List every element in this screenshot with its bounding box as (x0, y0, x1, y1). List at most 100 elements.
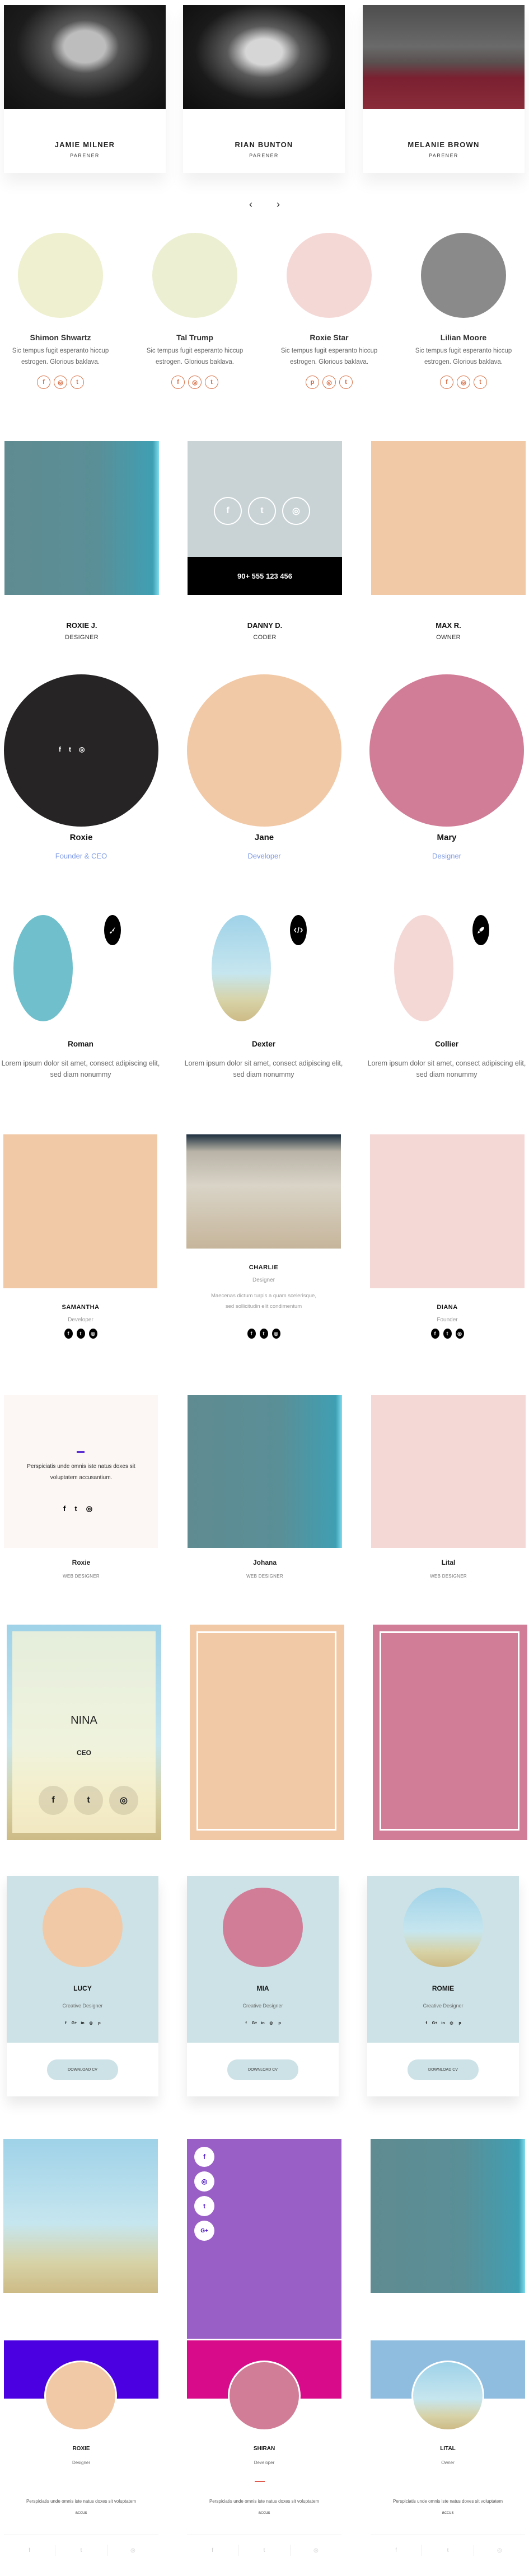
member-photo[interactable] (371, 1395, 526, 1548)
twitter-icon[interactable]: t (76, 1329, 85, 1339)
facebook-icon[interactable]: f (59, 745, 61, 753)
member-photo[interactable] (369, 674, 524, 827)
twitter-icon[interactable]: t (55, 2545, 107, 2556)
chevron-right-icon: › (277, 198, 280, 210)
instagram-icon[interactable]: ◎ (474, 2545, 525, 2556)
facebook-icon[interactable]: f (63, 1504, 65, 1513)
google-plus-icon[interactable]: G+ (432, 2020, 438, 2026)
instagram-icon[interactable]: ◎ (79, 745, 85, 753)
member-photo (421, 233, 506, 318)
member-photo[interactable] (3, 2139, 158, 2293)
facebook-icon[interactable]: f (4, 2545, 56, 2556)
twitter-icon[interactable]: t (422, 2545, 474, 2556)
facebook-icon[interactable]: f (440, 376, 453, 389)
instagram-icon[interactable]: ◎ (322, 376, 336, 389)
facebook-icon[interactable]: f (39, 1786, 68, 1815)
member-photo (403, 1888, 483, 1967)
instagram-icon[interactable]: ◎ (282, 497, 310, 525)
twitter-icon[interactable]: t (259, 1329, 268, 1339)
google-plus-icon[interactable]: G+ (194, 2221, 214, 2241)
linkedin-icon[interactable]: in (441, 2020, 446, 2026)
facebook-icon[interactable]: f (244, 2020, 249, 2026)
instagram-icon[interactable]: ◎ (455, 1329, 464, 1339)
member-name: MELANIE BROWN (408, 140, 480, 149)
facebook-icon[interactable]: f (214, 497, 242, 525)
pinterest-icon[interactable]: p (278, 2020, 282, 2026)
member-name: Collier (434, 1040, 458, 1048)
member-bio: Perspiciatis unde omnis iste natus doxes… (392, 2499, 503, 2515)
pinterest-icon[interactable]: p (306, 376, 319, 389)
team-card[interactable]: RIAN BUNTON PARENER (183, 5, 345, 173)
google-plus-icon[interactable]: G+ (252, 2020, 258, 2026)
facebook-icon[interactable]: f (430, 1329, 439, 1339)
facebook-icon[interactable]: f (194, 2147, 214, 2167)
member-photo[interactable] (4, 441, 159, 595)
instagram-icon[interactable]: ◎ (194, 2171, 214, 2192)
facebook-icon[interactable]: f (371, 2545, 423, 2556)
member-photo[interactable] (187, 674, 341, 827)
member-card-hovered[interactable]: f ◎ t G+ James Clayton UI/UX Developer (187, 2139, 341, 2383)
instagram-icon[interactable]: ◎ (54, 376, 67, 389)
slider-next-button[interactable]: › (272, 197, 284, 212)
instagram-icon[interactable]: ◎ (109, 1786, 138, 1815)
twitter-icon[interactable]: t (74, 1504, 77, 1513)
member-photo (212, 915, 271, 1021)
google-plus-icon[interactable]: G+ (72, 2020, 77, 2026)
twitter-icon[interactable]: t (339, 376, 353, 389)
team-member: Tal Trump Sic tempus fugit esperanto hic… (139, 231, 251, 389)
member-role: PARENER (249, 153, 279, 158)
member-photo[interactable] (371, 2139, 525, 2293)
twitter-icon[interactable]: t (248, 497, 276, 525)
social-links: f t ◎ (186, 1329, 341, 1339)
twitter-icon[interactable]: t (238, 2545, 291, 2556)
member-photo-hovered[interactable]: NINA CEO f t ◎ (7, 1625, 161, 1840)
instagram-icon[interactable]: ◎ (271, 1329, 280, 1339)
facebook-icon[interactable]: f (171, 376, 185, 389)
instagram-icon[interactable]: ◎ (450, 2020, 454, 2026)
facebook-icon[interactable]: f (64, 1329, 73, 1339)
instagram-icon[interactable]: ◎ (188, 376, 202, 389)
twitter-icon[interactable]: t (194, 2196, 214, 2216)
member-photo[interactable] (190, 1625, 344, 1840)
member-photo-hovered[interactable]: Perspiciatis unde omnis iste natus doxes… (4, 1395, 158, 1548)
instagram-icon[interactable]: ◎ (291, 2545, 341, 2556)
facebook-icon[interactable]: f (247, 1329, 256, 1339)
pinterest-icon[interactable]: p (458, 2020, 462, 2026)
team-card[interactable]: MELANIE BROWN PARENER (363, 5, 525, 173)
twitter-icon[interactable]: t (71, 376, 84, 389)
phone-number[interactable]: 90+ 555 123 456 (188, 557, 342, 595)
slider-prev-button[interactable]: ‹ (245, 197, 257, 212)
member-photo-hovered[interactable]: f t ◎ 90+ 555 123 456 (188, 441, 342, 595)
download-cv-button[interactable]: DOWNLOAD CV (227, 2059, 298, 2080)
member-photo[interactable] (371, 441, 526, 595)
twitter-icon[interactable]: t (474, 376, 487, 389)
member-photo[interactable] (188, 1395, 342, 1548)
pinterest-icon[interactable]: p (97, 2020, 102, 2026)
facebook-icon[interactable]: f (64, 2020, 68, 2026)
download-cv-button[interactable]: DOWNLOAD CV (47, 2059, 118, 2080)
instagram-icon[interactable]: ◎ (88, 1329, 97, 1339)
linkedin-icon[interactable]: in (81, 2020, 85, 2026)
instagram-icon[interactable]: ◎ (86, 1504, 92, 1513)
instagram-icon[interactable]: ◎ (457, 376, 470, 389)
member-photo (43, 1888, 123, 1967)
member-role: Founder (437, 1317, 458, 1323)
instagram-icon[interactable]: ◎ (107, 2545, 158, 2556)
facebook-icon[interactable]: f (37, 376, 50, 389)
linkedin-icon[interactable]: in (261, 2020, 265, 2026)
member-photo[interactable] (373, 1625, 527, 1840)
twitter-icon[interactable]: t (69, 745, 71, 753)
twitter-icon[interactable]: t (74, 1786, 103, 1815)
member-name: NINA (71, 1714, 97, 1726)
download-cv-button[interactable]: DOWNLOAD CV (408, 2059, 479, 2080)
facebook-icon[interactable]: f (187, 2545, 239, 2556)
facebook-icon[interactable]: f (424, 2020, 429, 2026)
member-bio: Lorem ipsum dolor sit amet, consect adip… (367, 1059, 526, 1078)
team-card[interactable]: JAMIE MILNER PARENER (4, 5, 166, 173)
instagram-icon[interactable]: ◎ (269, 2020, 274, 2026)
instagram-icon[interactable]: ◎ (89, 2020, 93, 2026)
member-photo-hovered[interactable]: f t ◎ (4, 674, 158, 827)
twitter-icon[interactable]: t (205, 376, 218, 389)
twitter-icon[interactable]: t (443, 1329, 452, 1339)
member-role: Developer (254, 2460, 275, 2465)
